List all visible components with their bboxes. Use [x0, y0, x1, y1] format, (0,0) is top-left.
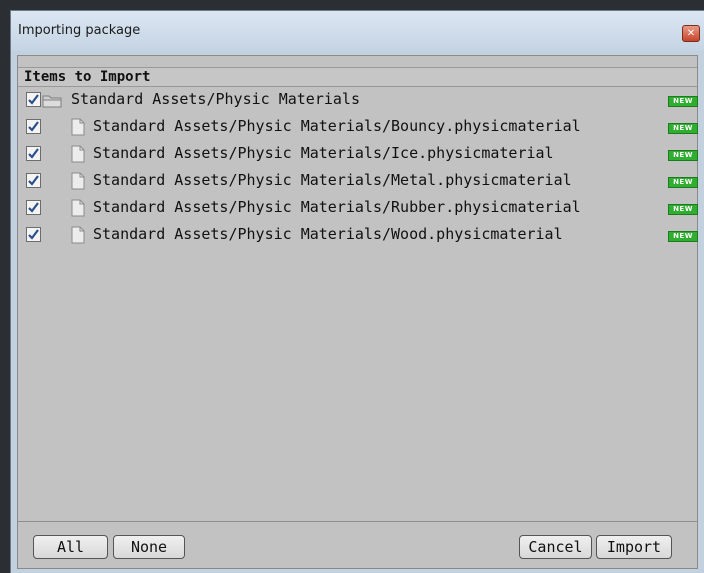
checkbox-checked-icon: [28, 94, 39, 105]
item-checkbox[interactable]: [26, 92, 41, 107]
close-icon: ✕: [686, 28, 696, 39]
item-label: Standard Assets/Physic Materials/Rubber.…: [93, 198, 581, 216]
item-label: Standard Assets/Physic Materials/Bouncy.…: [93, 117, 581, 135]
cancel-button[interactable]: Cancel: [519, 535, 592, 559]
file-icon: [71, 172, 85, 194]
select-all-button[interactable]: All: [33, 535, 108, 559]
select-none-button[interactable]: None: [113, 535, 185, 559]
new-badge: NEW: [668, 123, 698, 134]
items-header-label: Items to Import: [24, 69, 151, 85]
list-item-file[interactable]: Standard Assets/Physic Materials/Ice.phy…: [18, 141, 698, 167]
new-badge: NEW: [668, 204, 698, 215]
item-checkbox[interactable]: [26, 200, 41, 215]
new-badge: NEW: [668, 150, 698, 161]
checkbox-checked-icon: [28, 121, 39, 132]
import-package-dialog: Importing package ✕ Items to Import Stan…: [10, 10, 704, 573]
item-label: Standard Assets/Physic Materials/Wood.ph…: [93, 225, 563, 243]
new-badge: NEW: [668, 177, 698, 188]
list-item-file[interactable]: Standard Assets/Physic Materials/Rubber.…: [18, 195, 698, 221]
file-icon: [71, 118, 85, 140]
checkbox-checked-icon: [28, 202, 39, 213]
item-label: Standard Assets/Physic Materials/Metal.p…: [93, 171, 572, 189]
title-bar[interactable]: Importing package ✕: [11, 11, 704, 51]
list-item-file[interactable]: Standard Assets/Physic Materials/Metal.p…: [18, 168, 698, 194]
list-item-file[interactable]: Standard Assets/Physic Materials/Bouncy.…: [18, 114, 698, 140]
checkbox-checked-icon: [28, 229, 39, 240]
new-badge: NEW: [668, 96, 698, 107]
footer-divider: [18, 521, 697, 522]
item-checkbox[interactable]: [26, 173, 41, 188]
file-icon: [71, 226, 85, 248]
folder-icon: [42, 92, 62, 112]
item-label: Standard Assets/Physic Materials/Ice.phy…: [93, 144, 554, 162]
item-checkbox[interactable]: [26, 119, 41, 134]
file-icon: [71, 199, 85, 221]
import-button[interactable]: Import: [596, 535, 672, 559]
file-icon: [71, 145, 85, 167]
checkbox-checked-icon: [28, 148, 39, 159]
list-item-file[interactable]: Standard Assets/Physic Materials/Wood.ph…: [18, 222, 698, 248]
close-button[interactable]: ✕: [682, 25, 700, 42]
items-header: Items to Import: [18, 67, 697, 87]
new-badge: NEW: [668, 231, 698, 242]
item-checkbox[interactable]: [26, 146, 41, 161]
checkbox-checked-icon: [28, 175, 39, 186]
list-item-folder[interactable]: Standard Assets/Physic Materials NEW: [18, 87, 698, 113]
items-panel: Items to Import Standard Assets/Physic M…: [17, 55, 698, 569]
window-title: Importing package: [18, 23, 141, 38]
item-checkbox[interactable]: [26, 227, 41, 242]
item-label: Standard Assets/Physic Materials: [71, 90, 360, 108]
